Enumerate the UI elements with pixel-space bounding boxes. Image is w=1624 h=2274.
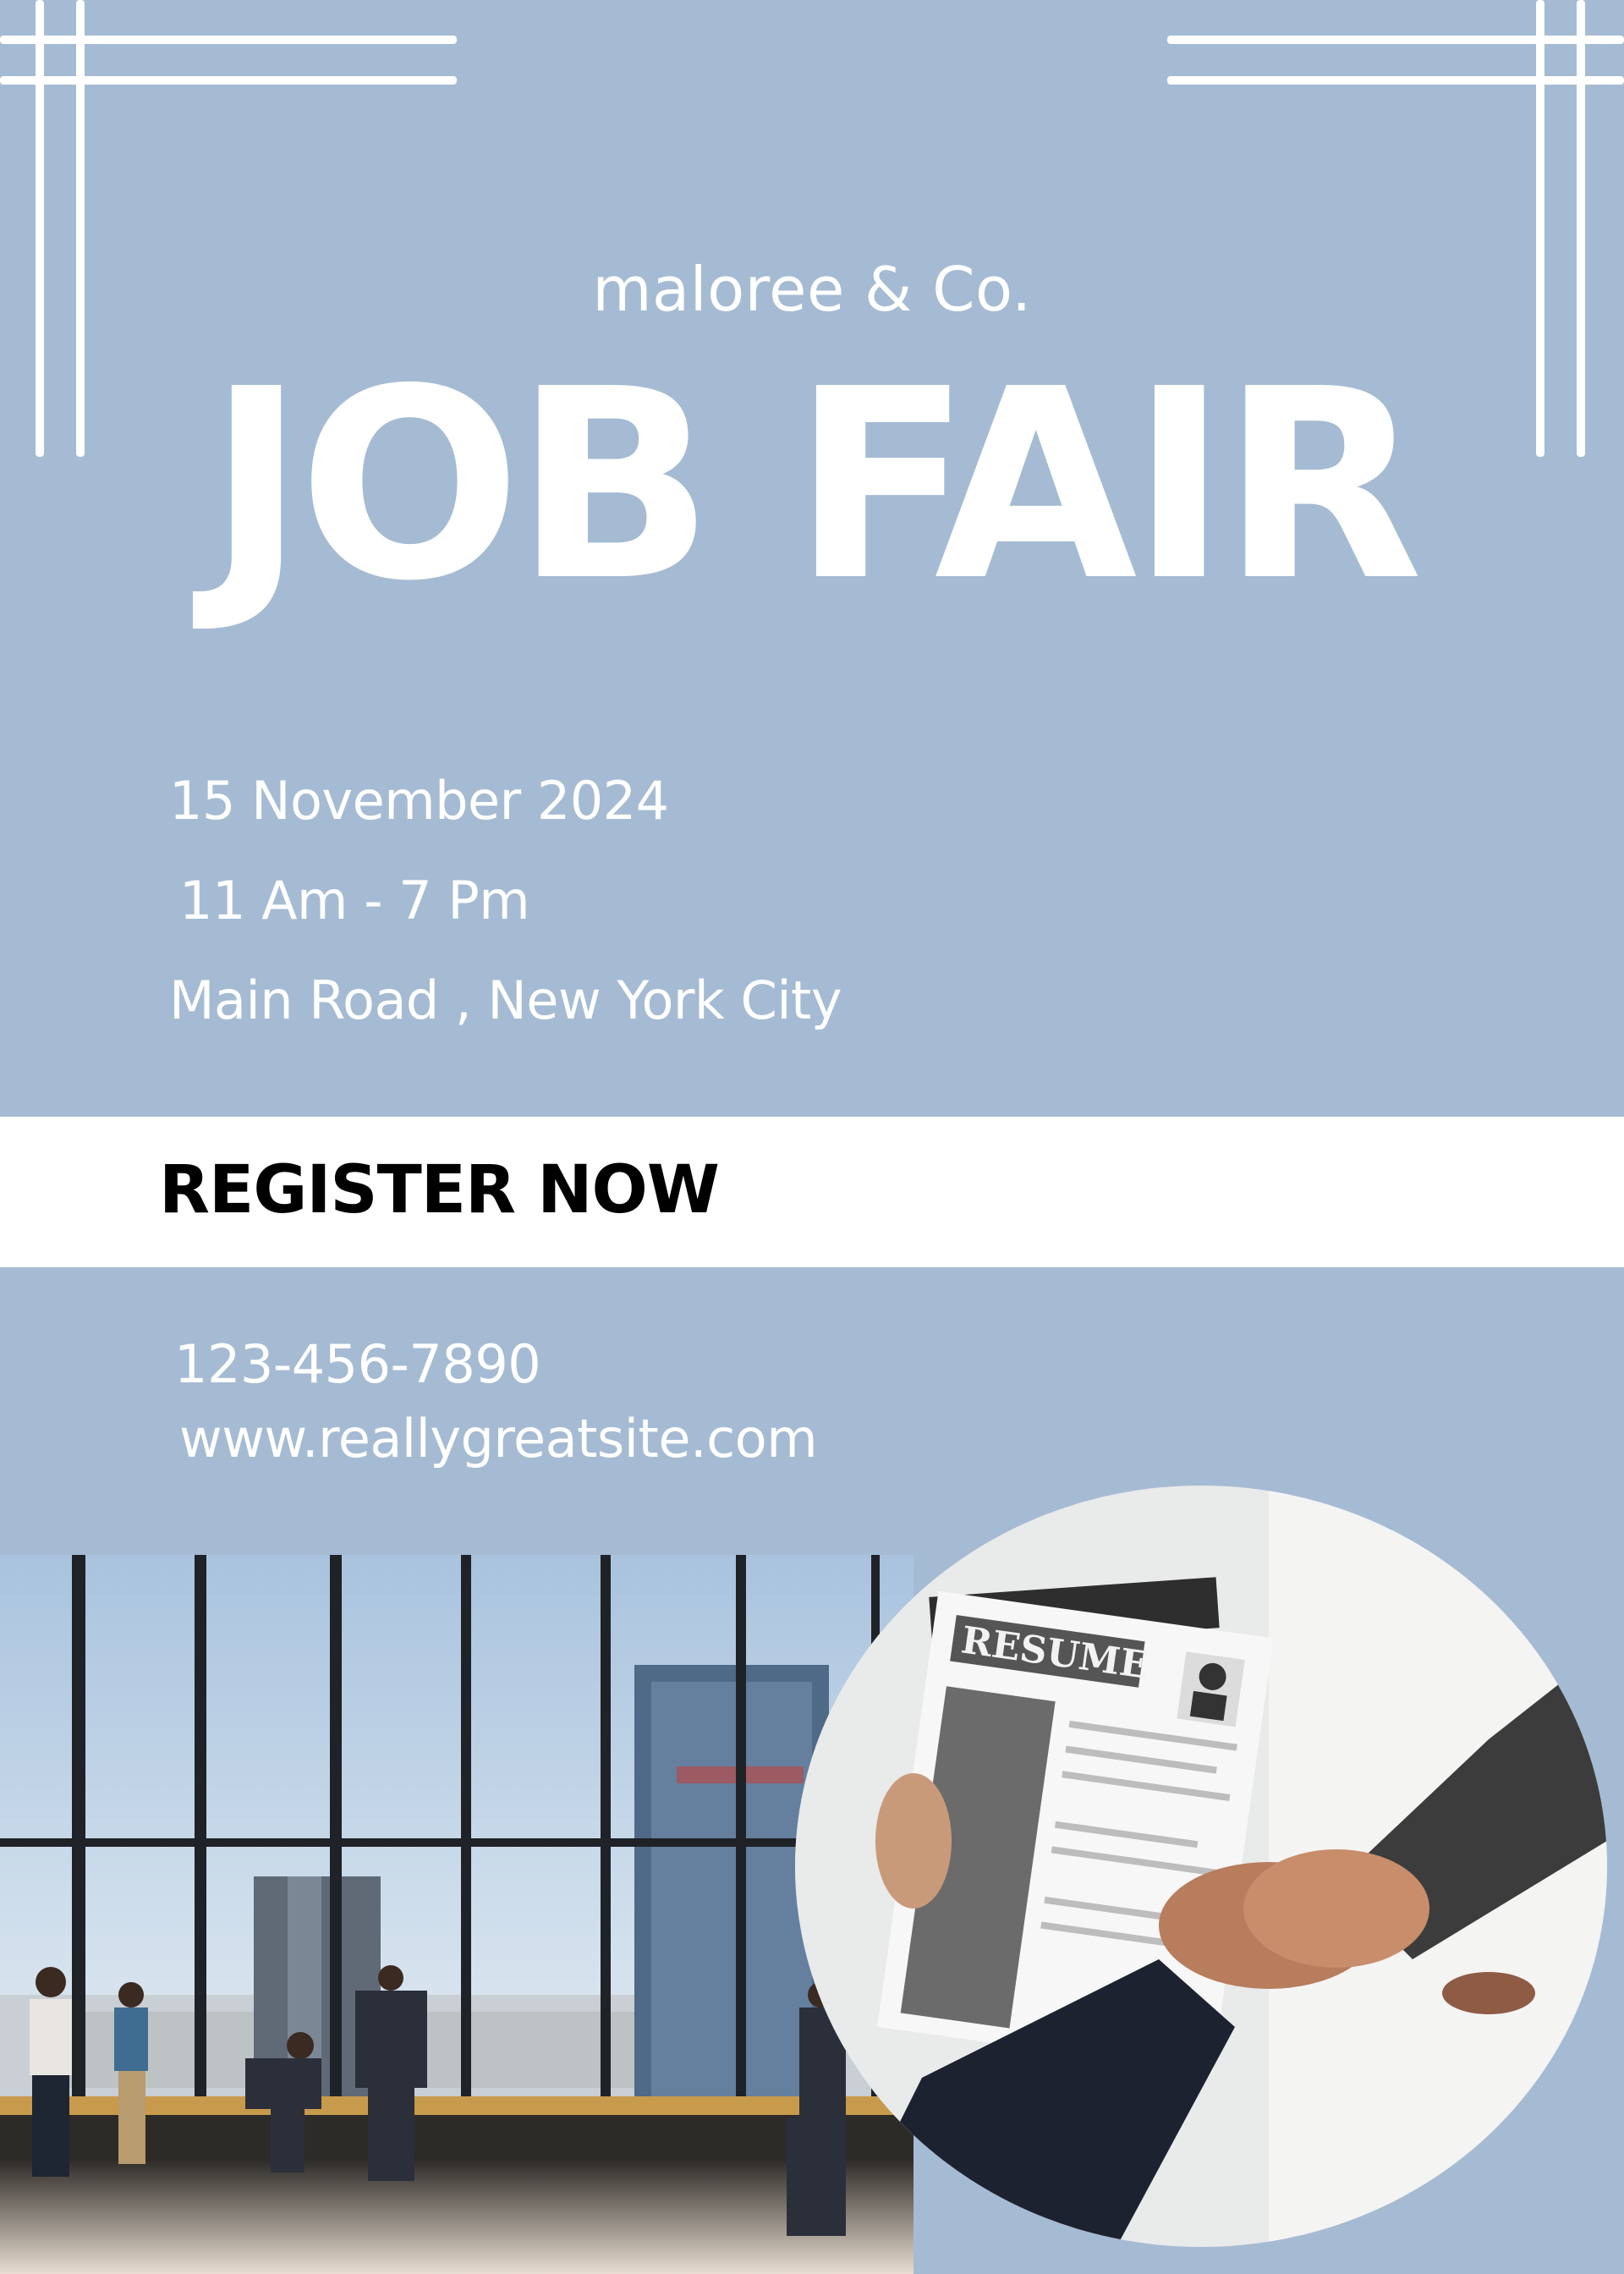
office-hall-photo	[0, 1555, 914, 2274]
frame-line	[1167, 36, 1624, 44]
event-location: Main Road , New York City	[169, 969, 842, 1031]
resume-handshake-photo: RESUME	[795, 1486, 1607, 2247]
frame-line	[0, 36, 457, 44]
register-now-button[interactable]: REGISTER NOW	[159, 1152, 720, 1228]
event-time: 11 Am - 7 Pm	[179, 870, 530, 931]
event-date: 15 November 2024	[169, 770, 669, 832]
register-band[interactable]: REGISTER NOW	[0, 1117, 1624, 1267]
job-fair-poster: maloree & Co. JOB FAIR 15 November 2024 …	[0, 0, 1624, 2274]
frame-line	[0, 76, 457, 85]
contact-website[interactable]: www.reallygreatsite.com	[179, 1408, 818, 1469]
page-title: JOB FAIR	[207, 333, 1423, 639]
frame-line	[1167, 76, 1624, 85]
brand-name: maloree & Co.	[592, 254, 1032, 325]
contact-phone: 123-456-7890	[174, 1333, 541, 1395]
